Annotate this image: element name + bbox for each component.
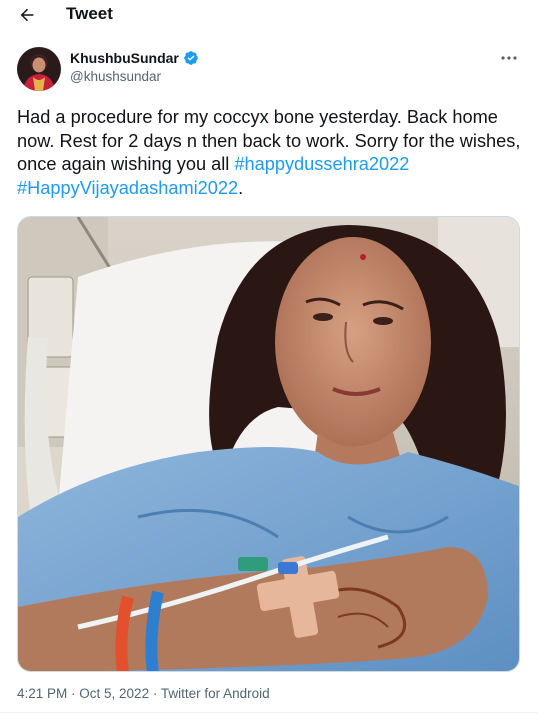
tweet-date[interactable]: Oct 5, 2022 [79, 686, 149, 701]
tweet-source[interactable]: Twitter for Android [161, 686, 270, 701]
tweet-text: Had a procedure for my coccyx bone yeste… [17, 106, 522, 200]
tweet-photo[interactable] [17, 216, 520, 672]
avatar[interactable] [17, 47, 61, 91]
hashtag-link[interactable]: #happydussehra2022 [234, 154, 409, 174]
meta-separator: · [67, 686, 80, 701]
more-horizontal-icon [501, 56, 517, 60]
tweet-trailing-punctuation: . [238, 177, 244, 198]
back-button[interactable] [14, 2, 40, 28]
more-options-button[interactable] [498, 50, 520, 66]
tweet-meta: 4:21 PM · Oct 5, 2022 · Twitter for Andr… [17, 686, 270, 701]
top-bar: Tweet [0, 0, 538, 30]
author-name-row: KhushbuSundar [70, 50, 199, 66]
hashtag-link[interactable]: #HappyVijayadashami2022 [17, 178, 238, 198]
page-title: Tweet [66, 4, 113, 23]
user-avatar [17, 47, 61, 91]
author-handle[interactable]: @khushsundar [70, 69, 161, 84]
author-display-name[interactable]: KhushbuSundar [70, 50, 179, 66]
tweet-time[interactable]: 4:21 PM [17, 686, 67, 701]
divider [0, 712, 538, 713]
photo-icon [18, 217, 519, 671]
arrow-left-icon [20, 8, 34, 22]
meta-separator: · [149, 686, 161, 701]
verified-badge-icon [184, 51, 198, 65]
